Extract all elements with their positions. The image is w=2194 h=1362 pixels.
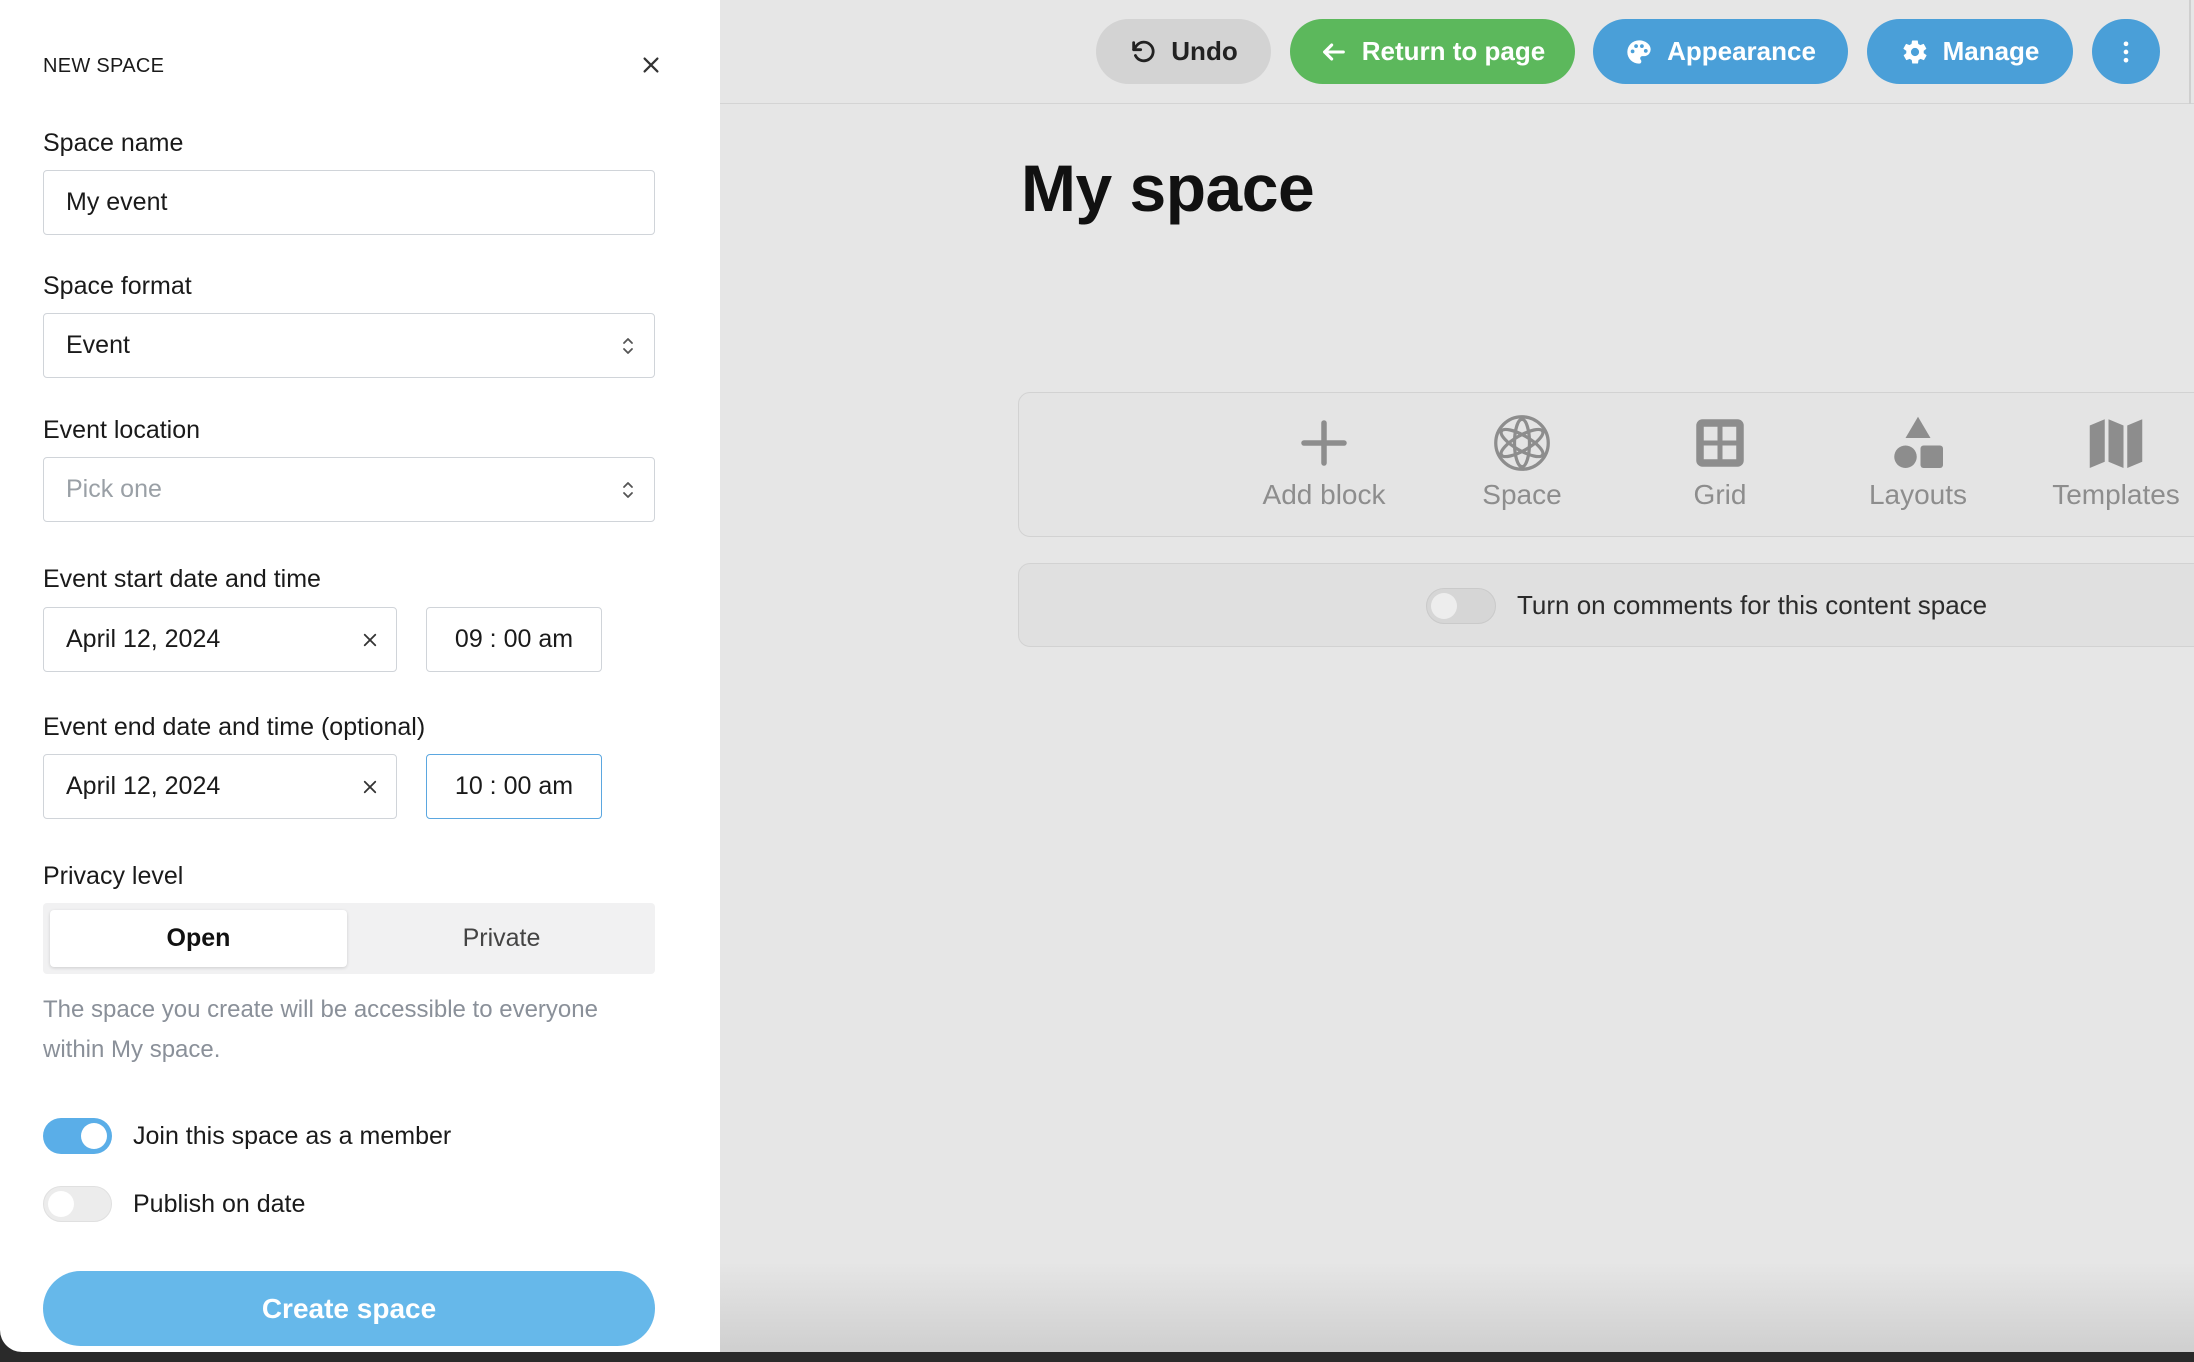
event-location-select[interactable]: Pick one (43, 457, 655, 522)
panel-title: NEW SPACE (43, 55, 165, 77)
space-block-button[interactable]: Space (1432, 413, 1612, 511)
shapes-icon (1894, 416, 1943, 468)
manage-button[interactable]: Manage (1867, 19, 2073, 84)
undo-label: Undo (1171, 36, 1238, 66)
create-space-button[interactable]: Create space (43, 1271, 655, 1346)
end-time-value: 10 : 00 am (454, 772, 574, 800)
close-icon (363, 780, 377, 794)
chevron-up-down-icon (623, 482, 633, 498)
layouts-block-button[interactable]: Layouts (1828, 413, 2008, 511)
privacy-help-text: The space you create will be accessible … (43, 996, 598, 1063)
start-date-value: April 12, 2024 (66, 625, 221, 653)
toolbar-edge-divider (2189, 0, 2191, 104)
manage-label: Manage (1942, 36, 2040, 66)
space-name-input[interactable]: My event (43, 170, 655, 235)
return-label: Return to page (1361, 36, 1546, 66)
clear-start-date-button[interactable] (358, 628, 382, 652)
join-space-label: Join this space as a member (133, 1122, 452, 1150)
close-icon (643, 57, 659, 73)
comments-toggle[interactable] (1426, 588, 1496, 624)
privacy-segmented-control: Open Private (43, 903, 655, 974)
start-time-input[interactable]: 09 : 00 am (426, 607, 602, 672)
appearance-button[interactable]: Appearance (1593, 19, 1848, 84)
close-button[interactable] (636, 50, 666, 80)
block-toolbar: Add block Space Grid Layouts Templates (1018, 392, 2194, 537)
toggle-knob (48, 1191, 74, 1217)
more-vertical-icon (2123, 41, 2129, 62)
space-format-select[interactable]: Event (43, 313, 655, 378)
space-format-value: Event (66, 331, 130, 359)
privacy-option-open[interactable]: Open (50, 910, 347, 967)
templates-block-label: Templates (2052, 479, 2180, 510)
palette-icon (1627, 39, 1651, 64)
page-toolbar: Undo Return to page Appearance Manage (720, 0, 2194, 104)
grid-block-label: Grid (1693, 479, 1747, 510)
start-time-value: 09 : 00 am (454, 625, 574, 653)
layouts-block-label: Layouts (1868, 479, 1968, 510)
event-location-placeholder: Pick one (66, 475, 162, 503)
space-name-value: My event (66, 188, 168, 216)
page-title: My space (1021, 151, 1315, 225)
publish-on-date-toggle[interactable] (43, 1186, 112, 1222)
return-to-page-button[interactable]: Return to page (1290, 19, 1575, 84)
appearance-label: Appearance (1667, 36, 1816, 66)
privacy-level-label: Privacy level (43, 862, 184, 890)
join-space-toggle[interactable] (43, 1118, 112, 1154)
start-date-input[interactable]: April 12, 2024 (43, 607, 397, 672)
map-icon (2089, 419, 2143, 468)
grid-icon (1696, 419, 1744, 467)
end-date-input[interactable]: April 12, 2024 (43, 754, 397, 819)
privacy-option-private[interactable]: Private (353, 910, 650, 967)
space-block-label: Space (1482, 479, 1562, 510)
undo-button[interactable]: Undo (1096, 19, 1271, 84)
page-bottom-shade (720, 1262, 2194, 1352)
add-block-label: Add block (1262, 479, 1386, 510)
more-options-button[interactable] (2092, 19, 2160, 84)
page-canvas: Undo Return to page Appearance Manage My… (720, 0, 2194, 1352)
event-end-label: Event end date and time (optional) (43, 713, 426, 741)
chevron-up-down-icon (623, 338, 633, 354)
plus-icon (1301, 420, 1347, 466)
grid-block-button[interactable]: Grid (1630, 413, 1810, 511)
clear-end-date-button[interactable] (358, 775, 382, 799)
comments-bar: Turn on comments for this content space (1018, 563, 2194, 647)
templates-block-button[interactable]: Templates (2026, 413, 2194, 511)
space-format-label: Space format (43, 272, 192, 300)
undo-icon (1132, 40, 1155, 62)
end-time-input[interactable]: 10 : 00 am (426, 754, 602, 819)
close-icon (363, 633, 377, 647)
publish-on-date-label: Publish on date (133, 1190, 306, 1218)
new-space-panel: NEW SPACE Space name My event Space form… (0, 0, 720, 1352)
flower-icon (1494, 415, 1550, 471)
add-block-button[interactable]: Add block (1234, 413, 1414, 511)
space-name-label: Space name (43, 129, 184, 157)
toggle-knob (81, 1123, 107, 1149)
event-start-label: Event start date and time (43, 565, 321, 593)
comments-label: Turn on comments for this content space (1517, 590, 1988, 620)
gear-icon (1903, 39, 1927, 64)
arrow-left-icon (1322, 42, 1345, 61)
event-location-label: Event location (43, 416, 201, 444)
end-date-value: April 12, 2024 (66, 772, 221, 800)
